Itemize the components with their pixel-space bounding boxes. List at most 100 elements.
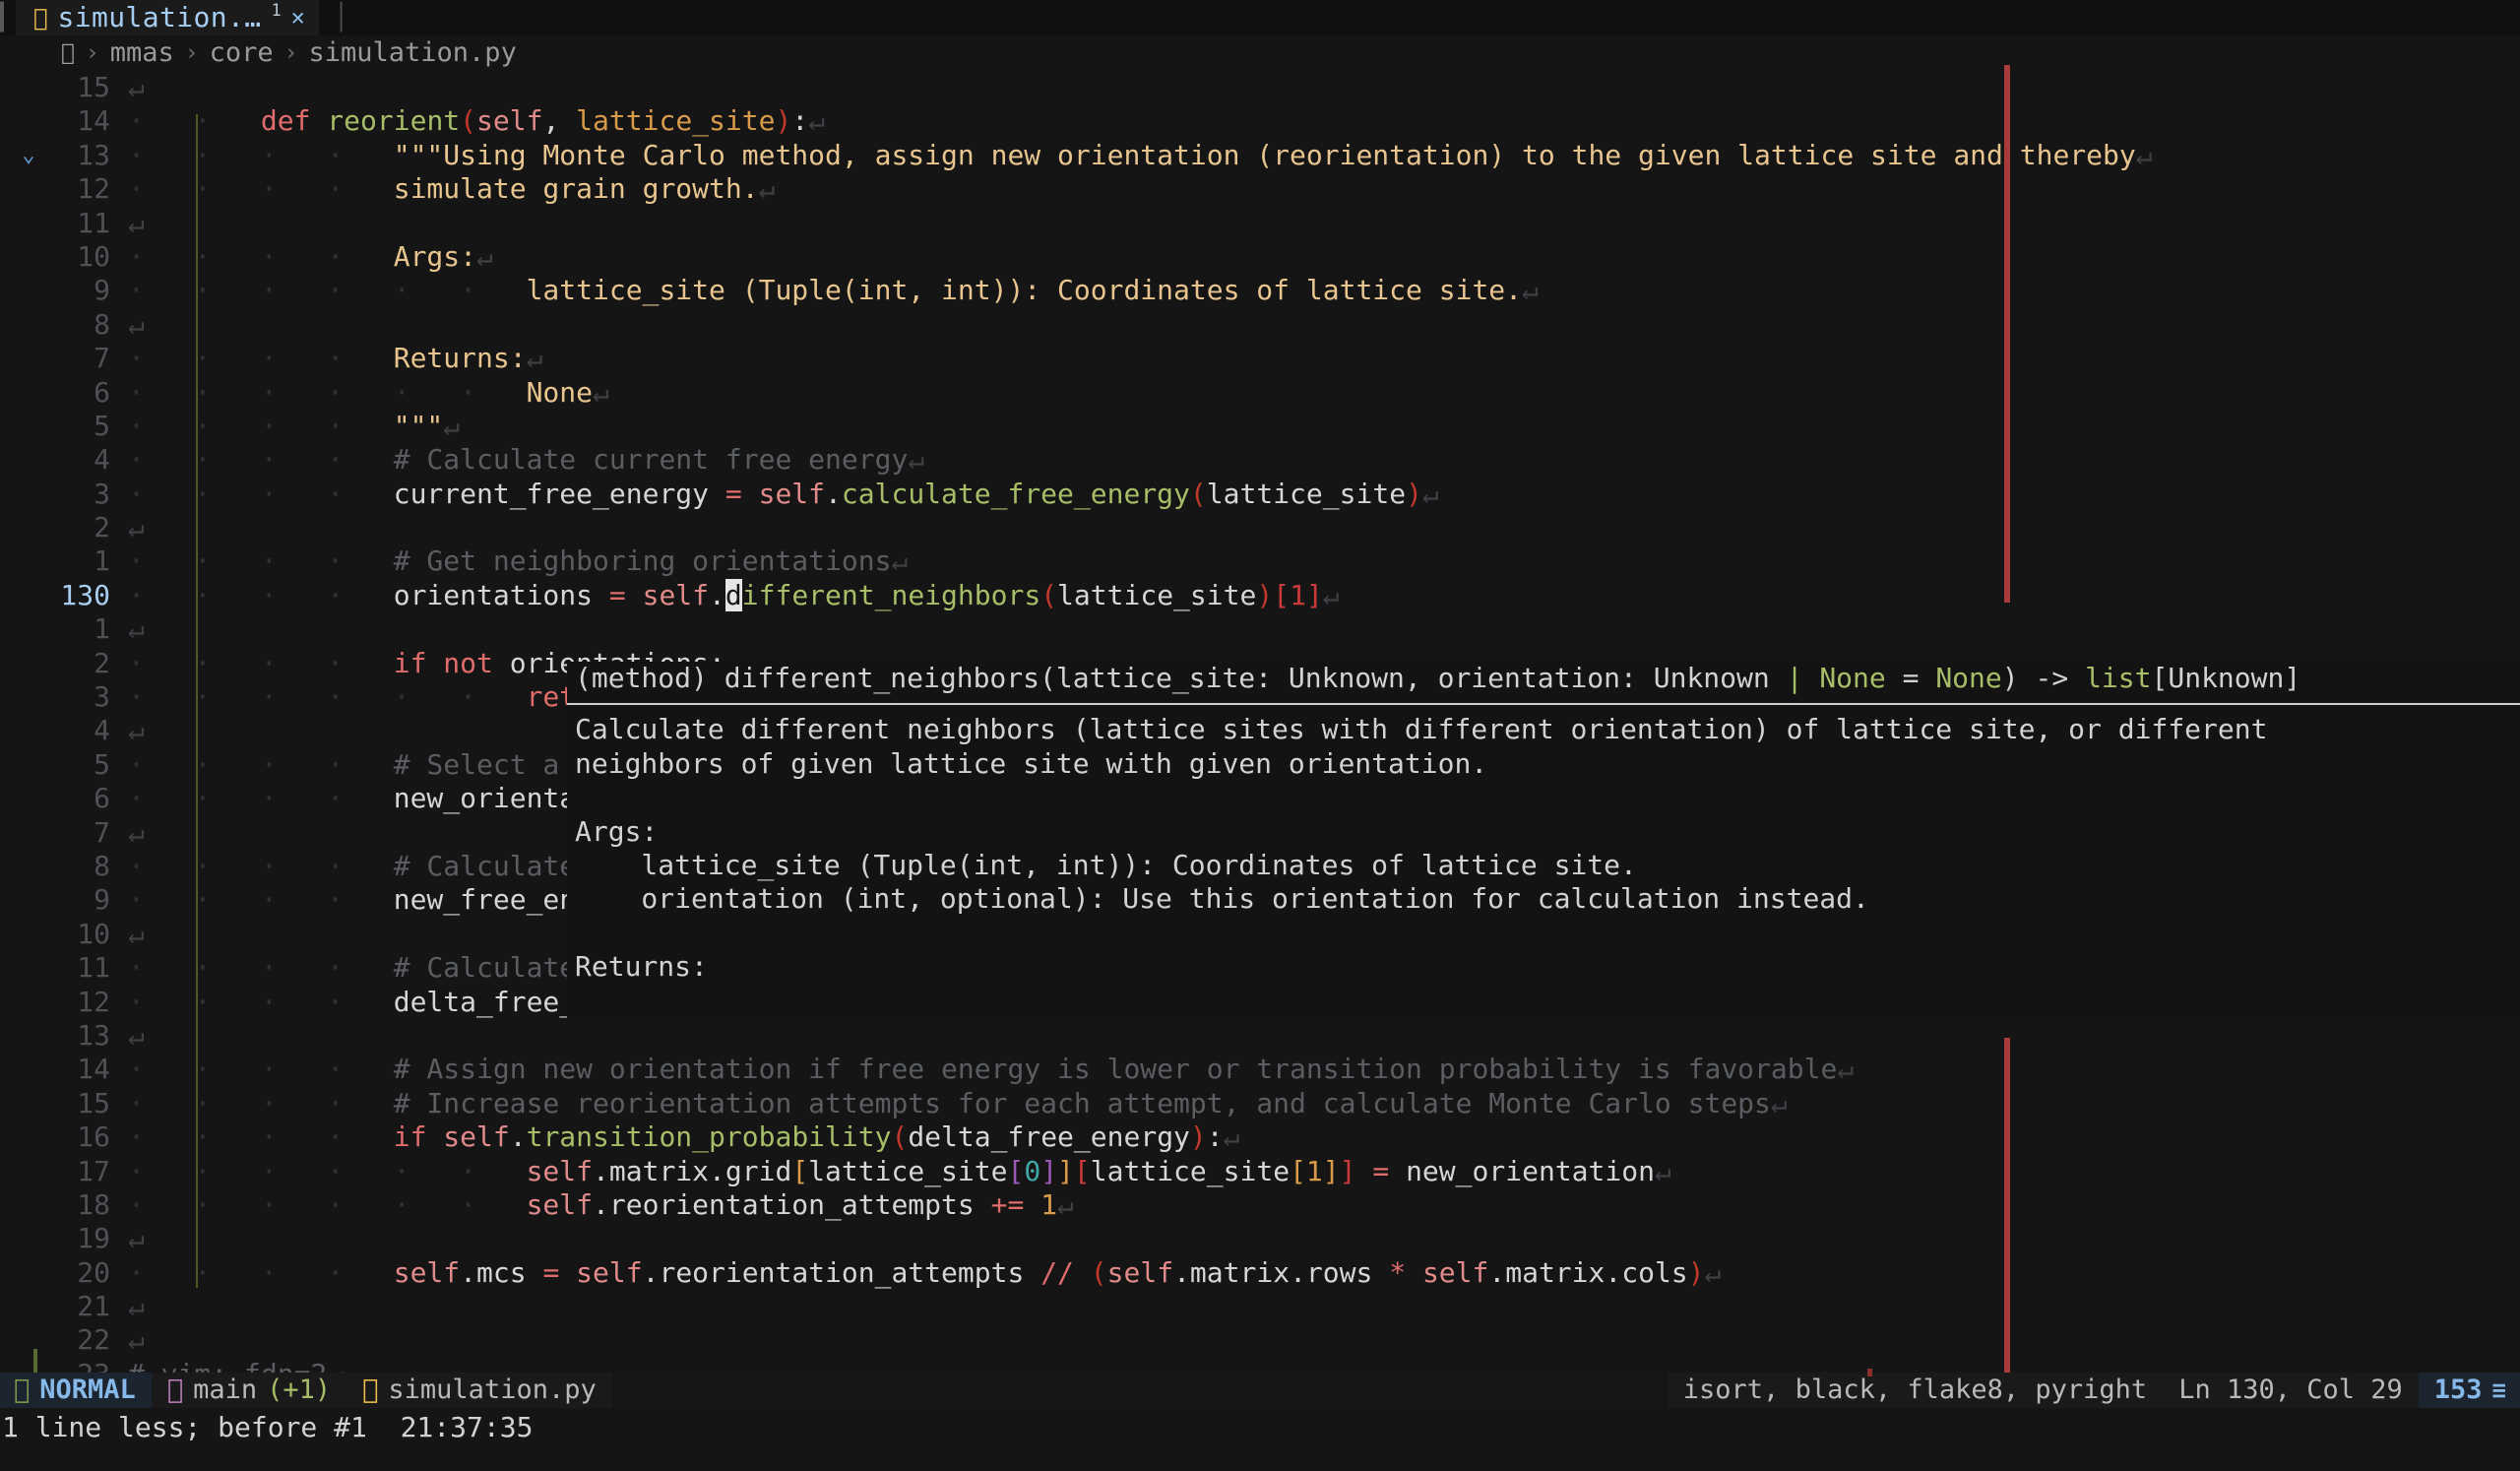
code-token: lattice_site — [1091, 1155, 1290, 1187]
line-number: 6 — [0, 782, 128, 815]
scrollbar-indicator-bottom[interactable] — [2004, 1038, 2010, 1373]
code-token: calculate_free_energy — [842, 478, 1190, 510]
code-token: # Get neighboring orientations — [394, 544, 892, 577]
code-line[interactable]: 1↵ — [0, 612, 2520, 646]
code-token: · · — [394, 1155, 527, 1187]
code-token: ↵ — [1057, 1188, 1074, 1221]
code-line-text: · · def reorient(self, lattice_site):↵ — [128, 104, 2520, 138]
status-position[interactable]: Ln 130, Col 29 — [2163, 1373, 2419, 1408]
code-token: · · — [261, 342, 394, 374]
code-token: self — [443, 1120, 509, 1153]
code-line[interactable]: 21↵ — [0, 1290, 2520, 1323]
cmdline-message: 1 line less; before #1 21:37:35 — [2, 1411, 533, 1444]
status-mode[interactable]:  NORMAL — [0, 1373, 152, 1408]
fold-chevron-icon[interactable]: ⌄ — [14, 139, 43, 172]
code-line[interactable]: 2↵ — [0, 511, 2520, 544]
code-line-text: ↵ — [128, 612, 2520, 646]
code-line[interactable]: 8↵ — [0, 308, 2520, 342]
code-token: · · — [261, 1120, 394, 1153]
code-line[interactable]: 11↵ — [0, 207, 2520, 240]
code-line[interactable]: 16· · · · if self.transition_probability… — [0, 1120, 2520, 1154]
code-token: · · — [128, 443, 261, 476]
code-token: ) — [1688, 1256, 1705, 1289]
status-branch-label: main — [193, 1374, 257, 1407]
code-token: · · — [128, 410, 261, 442]
code-line[interactable]: 9· · · · · · lattice_site (Tuple(int, in… — [0, 274, 2520, 307]
code-token: ↵ — [593, 376, 609, 409]
code-token: .mcs — [460, 1256, 542, 1289]
code-line[interactable]: 12· · · · simulate grain growth.↵ — [0, 172, 2520, 206]
code-line-text: ↵ — [128, 1019, 2520, 1053]
code-token: lattice_site — [1057, 579, 1256, 611]
buffer-diagnostic-count: 1 — [272, 0, 282, 28]
code-token: · · — [128, 579, 261, 611]
breadcrumb-item-2[interactable]: simulation.py — [309, 36, 517, 70]
hover-body-line: Returns: — [567, 950, 2520, 984]
status-diff-count: (+1) — [267, 1374, 331, 1407]
code-token: 1 — [1040, 1188, 1057, 1221]
code-token: · · — [128, 883, 261, 916]
status-linters[interactable]: isort, black, flake8, pyright — [1668, 1373, 2163, 1408]
code-line[interactable]: 22↵ — [0, 1323, 2520, 1357]
code-token: None — [527, 376, 593, 409]
code-line[interactable]: 5· · · · """↵ — [0, 410, 2520, 443]
code-token: lattice_site (Tuple(int, int)): Coordina… — [527, 274, 1522, 306]
code-line[interactable]: 20· · · · self.mcs = self.reorientation_… — [0, 1256, 2520, 1290]
code-line[interactable]: 14· · · · # Assign new orientation if fr… — [0, 1053, 2520, 1086]
line-number: 130 — [0, 579, 128, 612]
close-icon[interactable]: ✕ — [291, 1, 305, 34]
hover-body-line: orientation (int, optional): Use this or… — [567, 882, 2520, 916]
code-line[interactable]: 13↵ — [0, 1019, 2520, 1053]
breadcrumb-item-0[interactable]: mmas — [110, 36, 174, 70]
line-number: 9 — [0, 883, 128, 917]
code-line[interactable]: 19↵ — [0, 1222, 2520, 1255]
status-branch[interactable]:  main (+1) — [152, 1373, 346, 1408]
code-token: current_free_energy — [394, 478, 725, 510]
code-line[interactable]: 15↵ — [0, 71, 2520, 104]
buffer-tab-simulation[interactable]:  simulation.… 1 ✕ — [16, 0, 319, 35]
status-linters-label: isort, black, flake8, pyright — [1683, 1374, 2147, 1407]
code-line[interactable]: ⌄13· · · · """Using Monte Carlo method, … — [0, 139, 2520, 172]
line-number: 22 — [0, 1323, 128, 1357]
code-line[interactable]: 18· · · · · · self.reorientation_attempt… — [0, 1188, 2520, 1222]
code-token: · · — [261, 883, 394, 916]
line-number: 7 — [0, 342, 128, 375]
lsp-hover-popup[interactable]: (method) different_neighbors(lattice_sit… — [567, 662, 2520, 1018]
line-number: 11 — [0, 951, 128, 985]
code-token: ↵ — [1323, 579, 1340, 611]
breadcrumb:  › mmas › core › simulation.py — [0, 35, 517, 71]
code-token: · · — [128, 544, 261, 577]
code-token: ↵ — [908, 443, 924, 476]
code-token: * — [1389, 1256, 1422, 1289]
code-token: : — [791, 104, 808, 137]
breadcrumb-separator: › — [185, 36, 199, 70]
code-line[interactable]: 1· · · · # Get neighboring orientations↵ — [0, 544, 2520, 578]
hover-signature-token: [Unknown] — [2152, 662, 2301, 695]
hover-signature-token: (method) different_neighbors(lattice_sit… — [575, 662, 1787, 695]
code-line[interactable]: 6· · · · · · None↵ — [0, 376, 2520, 410]
code-token: ↵ — [128, 511, 145, 544]
code-line[interactable]: 14· · def reorient(self, lattice_site):↵ — [0, 104, 2520, 138]
code-token: · · — [394, 274, 527, 306]
code-line[interactable]: 4· · · · # Calculate current free energy… — [0, 443, 2520, 477]
breadcrumb-item-1[interactable]: core — [210, 36, 274, 70]
code-line-text: · · · · if self.transition_probability(d… — [128, 1120, 2520, 1154]
code-token: · · — [261, 782, 394, 814]
hover-signature-token: ) -> — [2002, 662, 2085, 695]
code-line[interactable]: 7· · · · Returns:↵ — [0, 342, 2520, 375]
code-line[interactable]: 3· · · · current_free_energy = self.calc… — [0, 478, 2520, 511]
code-line[interactable]: 10· · · · Args:↵ — [0, 240, 2520, 274]
code-line[interactable]: 130· · · · orientations = self.different… — [0, 579, 2520, 612]
code-token: · · — [261, 748, 394, 781]
code-line[interactable]: 15· · · · # Increase reorientation attem… — [0, 1087, 2520, 1120]
code-token: · · — [128, 274, 261, 306]
scrollbar-indicator-top[interactable] — [2004, 65, 2010, 603]
code-token: Args: — [394, 240, 476, 273]
status-progress[interactable]: 153 ≡ — [2419, 1373, 2520, 1408]
line-number: 8 — [0, 850, 128, 883]
status-filename[interactable]:  simulation.py — [346, 1373, 612, 1408]
code-token: ] — [1306, 579, 1323, 611]
code-line[interactable]: 17· · · · · · self.matrix.grid[lattice_s… — [0, 1155, 2520, 1188]
bufferline-right-edge: ▕ — [319, 1, 350, 34]
code-token: self — [394, 1256, 460, 1289]
